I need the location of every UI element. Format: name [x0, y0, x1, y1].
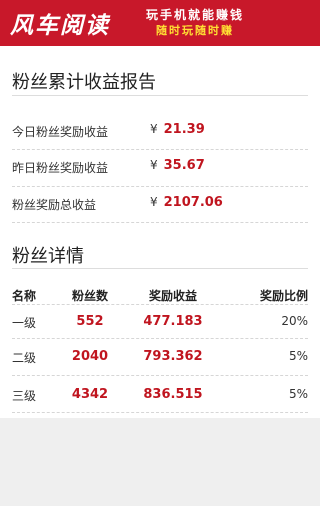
- table-row: 二级 2040 793.362 5%: [12, 349, 308, 367]
- fans-detail-title: 粉丝详情: [12, 246, 84, 267]
- fans-table-header: 名称 粉丝数 奖励收益 奖励比例: [12, 287, 308, 305]
- table-row: 一级 552 477.183 20%: [12, 314, 308, 332]
- earnings-value: ¥35.67: [150, 158, 205, 173]
- row-divider: [12, 338, 308, 339]
- slogan: 玩手机就能赚钱 随时玩随时赚: [146, 7, 244, 39]
- row-divider: [12, 412, 308, 413]
- reward-cell: 836.515: [143, 387, 203, 402]
- earnings-report-title: 粉丝累计收益报告: [12, 72, 156, 93]
- column-header-name: 名称: [12, 289, 37, 303]
- earnings-amount: 2107.06: [163, 195, 223, 210]
- level-cell: 二级: [12, 351, 37, 365]
- row-divider: [12, 375, 308, 376]
- column-header-reward: 奖励收益: [148, 289, 197, 303]
- currency-symbol: ¥: [150, 122, 158, 136]
- earnings-value: ¥21.39: [150, 122, 205, 137]
- ratio-cell: 5%: [288, 387, 308, 401]
- earnings-row-total: 粉丝奖励总收益 ¥2107.06: [12, 195, 308, 214]
- top-banner: 风车阅读 玩手机就能赚钱 随时玩随时赚: [0, 0, 320, 46]
- row-divider: [12, 222, 308, 223]
- earnings-label: 今日粉丝奖励收益: [12, 125, 109, 139]
- earnings-row-yesterday: 昨日粉丝奖励收益 ¥35.67: [12, 158, 308, 177]
- brand-logo: 风车阅读: [10, 12, 110, 39]
- currency-symbol: ¥: [150, 158, 158, 172]
- reward-cell: 477.183: [143, 314, 203, 329]
- ratio-cell: 20%: [281, 314, 308, 328]
- level-cell: 一级: [12, 316, 37, 330]
- column-header-fans: 粉丝数: [71, 289, 108, 303]
- title-divider: [12, 268, 308, 269]
- earnings-row-today: 今日粉丝奖励收益 ¥21.39: [12, 122, 308, 141]
- fans-count-cell: 4342: [71, 387, 109, 402]
- slogan-line-2: 随时玩随时赚: [156, 24, 234, 37]
- row-divider: [12, 149, 308, 150]
- slogan-line-1: 玩手机就能赚钱: [146, 8, 245, 22]
- fans-count-cell: 552: [76, 314, 104, 329]
- page: 风车阅读 玩手机就能赚钱 随时玩随时赚 粉丝累计收益报告 今日粉丝奖励收益 ¥2…: [0, 0, 320, 506]
- currency-symbol: ¥: [150, 195, 158, 209]
- reward-cell: 793.362: [143, 349, 203, 364]
- earnings-label: 昨日粉丝奖励收益: [12, 161, 109, 175]
- column-header-ratio: 奖励比例: [259, 289, 308, 303]
- fans-count-cell: 2040: [71, 349, 109, 364]
- earnings-amount: 35.67: [163, 158, 205, 173]
- row-divider: [12, 186, 308, 187]
- earnings-value: ¥2107.06: [150, 195, 223, 210]
- row-divider: [12, 304, 308, 305]
- earnings-label: 粉丝奖励总收益: [12, 198, 97, 212]
- content-panel: 粉丝累计收益报告 今日粉丝奖励收益 ¥21.39 昨日粉丝奖励收益 ¥35.67…: [0, 46, 320, 418]
- level-cell: 三级: [12, 389, 37, 403]
- table-row: 三级 4342 836.515 5%: [12, 387, 308, 405]
- title-divider: [12, 95, 308, 96]
- earnings-amount: 21.39: [163, 122, 205, 137]
- ratio-cell: 5%: [288, 349, 308, 363]
